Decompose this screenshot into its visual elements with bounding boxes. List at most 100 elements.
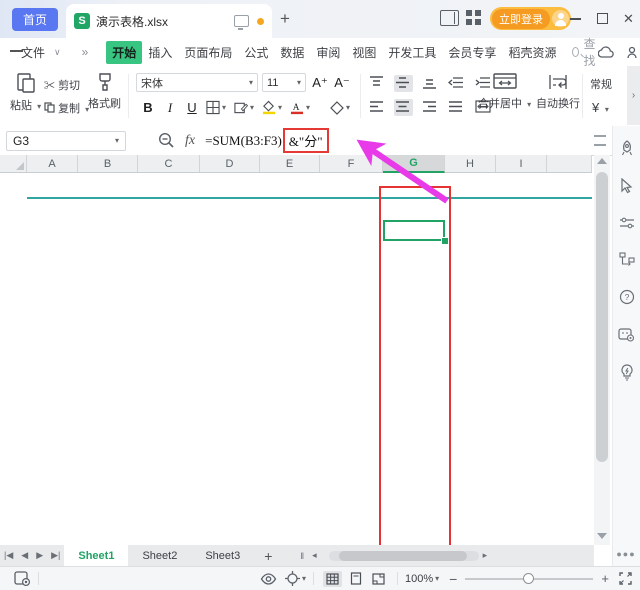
font-color-button[interactable]: A▾ (290, 98, 310, 117)
sheet-tab-sheet3[interactable]: Sheet3 (191, 545, 254, 566)
column-header-I[interactable]: I (496, 155, 547, 173)
column-header-H[interactable]: H (445, 155, 496, 173)
chevron-down-icon[interactable]: ∨ (51, 47, 64, 58)
align-center-button[interactable] (394, 99, 413, 116)
scroll-up-icon[interactable] (597, 158, 607, 164)
menu-review[interactable]: 审阅 (310, 41, 346, 64)
minimize-button[interactable] (570, 18, 581, 20)
zoom-level[interactable]: 100% (405, 573, 433, 585)
formula-bar-collapse-handle[interactable] (594, 135, 606, 146)
sidebar-more-icon[interactable]: ●●● (614, 549, 638, 559)
maximize-button[interactable] (597, 13, 608, 24)
process-flow-icon[interactable] (619, 252, 635, 267)
last-sheet-icon[interactable]: ▶| (47, 550, 64, 561)
sheet-tab-sheet1[interactable]: Sheet1 (64, 545, 128, 566)
horizontal-scrollbar[interactable] (329, 551, 479, 561)
currency-format-button[interactable]: ¥ ▾ (592, 100, 609, 115)
scroll-down-icon[interactable] (597, 533, 607, 539)
macro-record-icon[interactable] (14, 571, 31, 587)
horizontal-scrollbar-thumb[interactable] (339, 551, 467, 561)
menu-formulas[interactable]: 公式 (238, 41, 274, 64)
cloud-sync-icon[interactable] (598, 46, 614, 59)
document-tab[interactable]: S 演示表格.xlsx (66, 4, 272, 38)
menu-view[interactable]: 视图 (346, 41, 382, 64)
align-bottom-button[interactable] (421, 75, 440, 92)
merge-center-button[interactable]: 合并居中 ▾ (478, 72, 531, 111)
cell-name-box[interactable]: G3▾ (6, 131, 126, 151)
select-all-corner[interactable] (0, 155, 27, 173)
zoom-in-button[interactable]: + (601, 571, 609, 586)
hscroll-right-icon[interactable]: ▸ (479, 550, 492, 561)
first-sheet-icon[interactable]: |◀ (0, 550, 17, 561)
clear-format-button[interactable]: ▾ (330, 98, 350, 117)
menu-member[interactable]: 会员专享 (442, 41, 502, 64)
settings-sliders-icon[interactable] (619, 216, 635, 230)
column-header-B[interactable]: B (78, 155, 138, 173)
borders-button[interactable]: ▾ (206, 98, 226, 117)
font-size-select[interactable]: 11▾ (262, 73, 306, 92)
spreadsheet-grid[interactable]: ABCDEFGHI (0, 155, 592, 545)
menu-docer[interactable]: 稻壳资源 (502, 41, 562, 64)
new-tab-button[interactable]: + (280, 9, 290, 29)
zoom-slider-thumb[interactable] (523, 573, 534, 584)
tips-lightbulb-icon[interactable] (620, 364, 634, 381)
menu-home[interactable]: 开始 (106, 41, 142, 64)
align-right-button[interactable] (421, 99, 440, 116)
column-header-F[interactable]: F (320, 155, 383, 173)
menu-insert[interactable]: 插入 (142, 41, 178, 64)
column-header-D[interactable]: D (200, 155, 260, 173)
next-sheet-icon[interactable]: ▶ (32, 550, 47, 561)
prev-sheet-icon[interactable]: ◀ (17, 550, 32, 561)
sheet-tab-sheet2[interactable]: Sheet2 (128, 545, 191, 566)
tab-splitter-handle[interactable]: ‖ (296, 551, 308, 561)
decrease-indent-button[interactable] (447, 75, 466, 92)
eye-preview-icon[interactable] (260, 573, 277, 585)
help-icon[interactable]: ? (619, 289, 635, 305)
wrap-text-button[interactable]: 自动换行 (536, 72, 580, 111)
close-button[interactable]: ✕ (623, 11, 634, 27)
skin-settings-icon[interactable] (618, 327, 635, 342)
fullscreen-icon[interactable] (619, 572, 632, 585)
page-layout-view-button[interactable] (346, 571, 365, 587)
column-header-G[interactable]: G (383, 155, 445, 173)
insert-function-icon[interactable]: fx (185, 133, 195, 149)
normal-view-button[interactable] (323, 571, 342, 587)
fill-color-button[interactable]: ▾ (262, 98, 282, 117)
search-button[interactable]: 查找 (572, 35, 598, 69)
align-top-button[interactable] (368, 75, 387, 92)
grow-font-button[interactable]: A⁺ (310, 73, 330, 92)
menu-overflow[interactable]: » (76, 42, 95, 62)
menu-page-layout[interactable]: 页面布局 (178, 41, 238, 64)
menu-data[interactable]: 数据 (274, 41, 310, 64)
copy-button[interactable]: 复制 ▾ (44, 99, 89, 117)
add-sheet-button[interactable]: + (254, 548, 282, 564)
number-format-select[interactable]: 常规 (590, 76, 612, 92)
zoom-out-button[interactable]: − (449, 571, 457, 587)
split-view-icon[interactable] (440, 10, 459, 26)
column-header-C[interactable]: C (138, 155, 200, 173)
chevron-down-icon[interactable]: ▾ (302, 574, 306, 583)
font-name-select[interactable]: 宋体▾ (136, 73, 258, 92)
column-header-E[interactable]: E (260, 155, 320, 173)
bold-button[interactable]: B (138, 98, 158, 117)
menu-developer[interactable]: 开发工具 (382, 41, 442, 64)
app-grid-icon[interactable] (466, 10, 481, 25)
cursor-select-icon[interactable] (619, 178, 634, 194)
selection-locate-icon[interactable] (285, 571, 300, 586)
format-painter-button[interactable]: 格式刷 (88, 72, 121, 111)
justify-button[interactable] (447, 99, 466, 116)
border-painter-button[interactable]: ▾ (234, 98, 254, 117)
align-middle-button[interactable] (394, 75, 413, 92)
vertical-scrollbar-thumb[interactable] (596, 172, 608, 462)
paste-button[interactable]: 粘贴 ▾ (10, 72, 41, 113)
rocket-quickstart-icon[interactable] (619, 140, 635, 156)
zoom-out-icon[interactable] (158, 132, 175, 149)
shrink-font-button[interactable]: A⁻ (332, 73, 352, 92)
login-button[interactable]: 立即登录 (490, 7, 571, 30)
home-tab-button[interactable]: 首页 (12, 8, 58, 31)
hscroll-left-icon[interactable]: ◂ (308, 550, 321, 561)
ribbon-expand-button[interactable]: › (627, 66, 640, 125)
share-user-icon[interactable] (627, 46, 640, 59)
column-header-A[interactable]: A (27, 155, 78, 173)
zoom-slider[interactable] (465, 578, 593, 580)
